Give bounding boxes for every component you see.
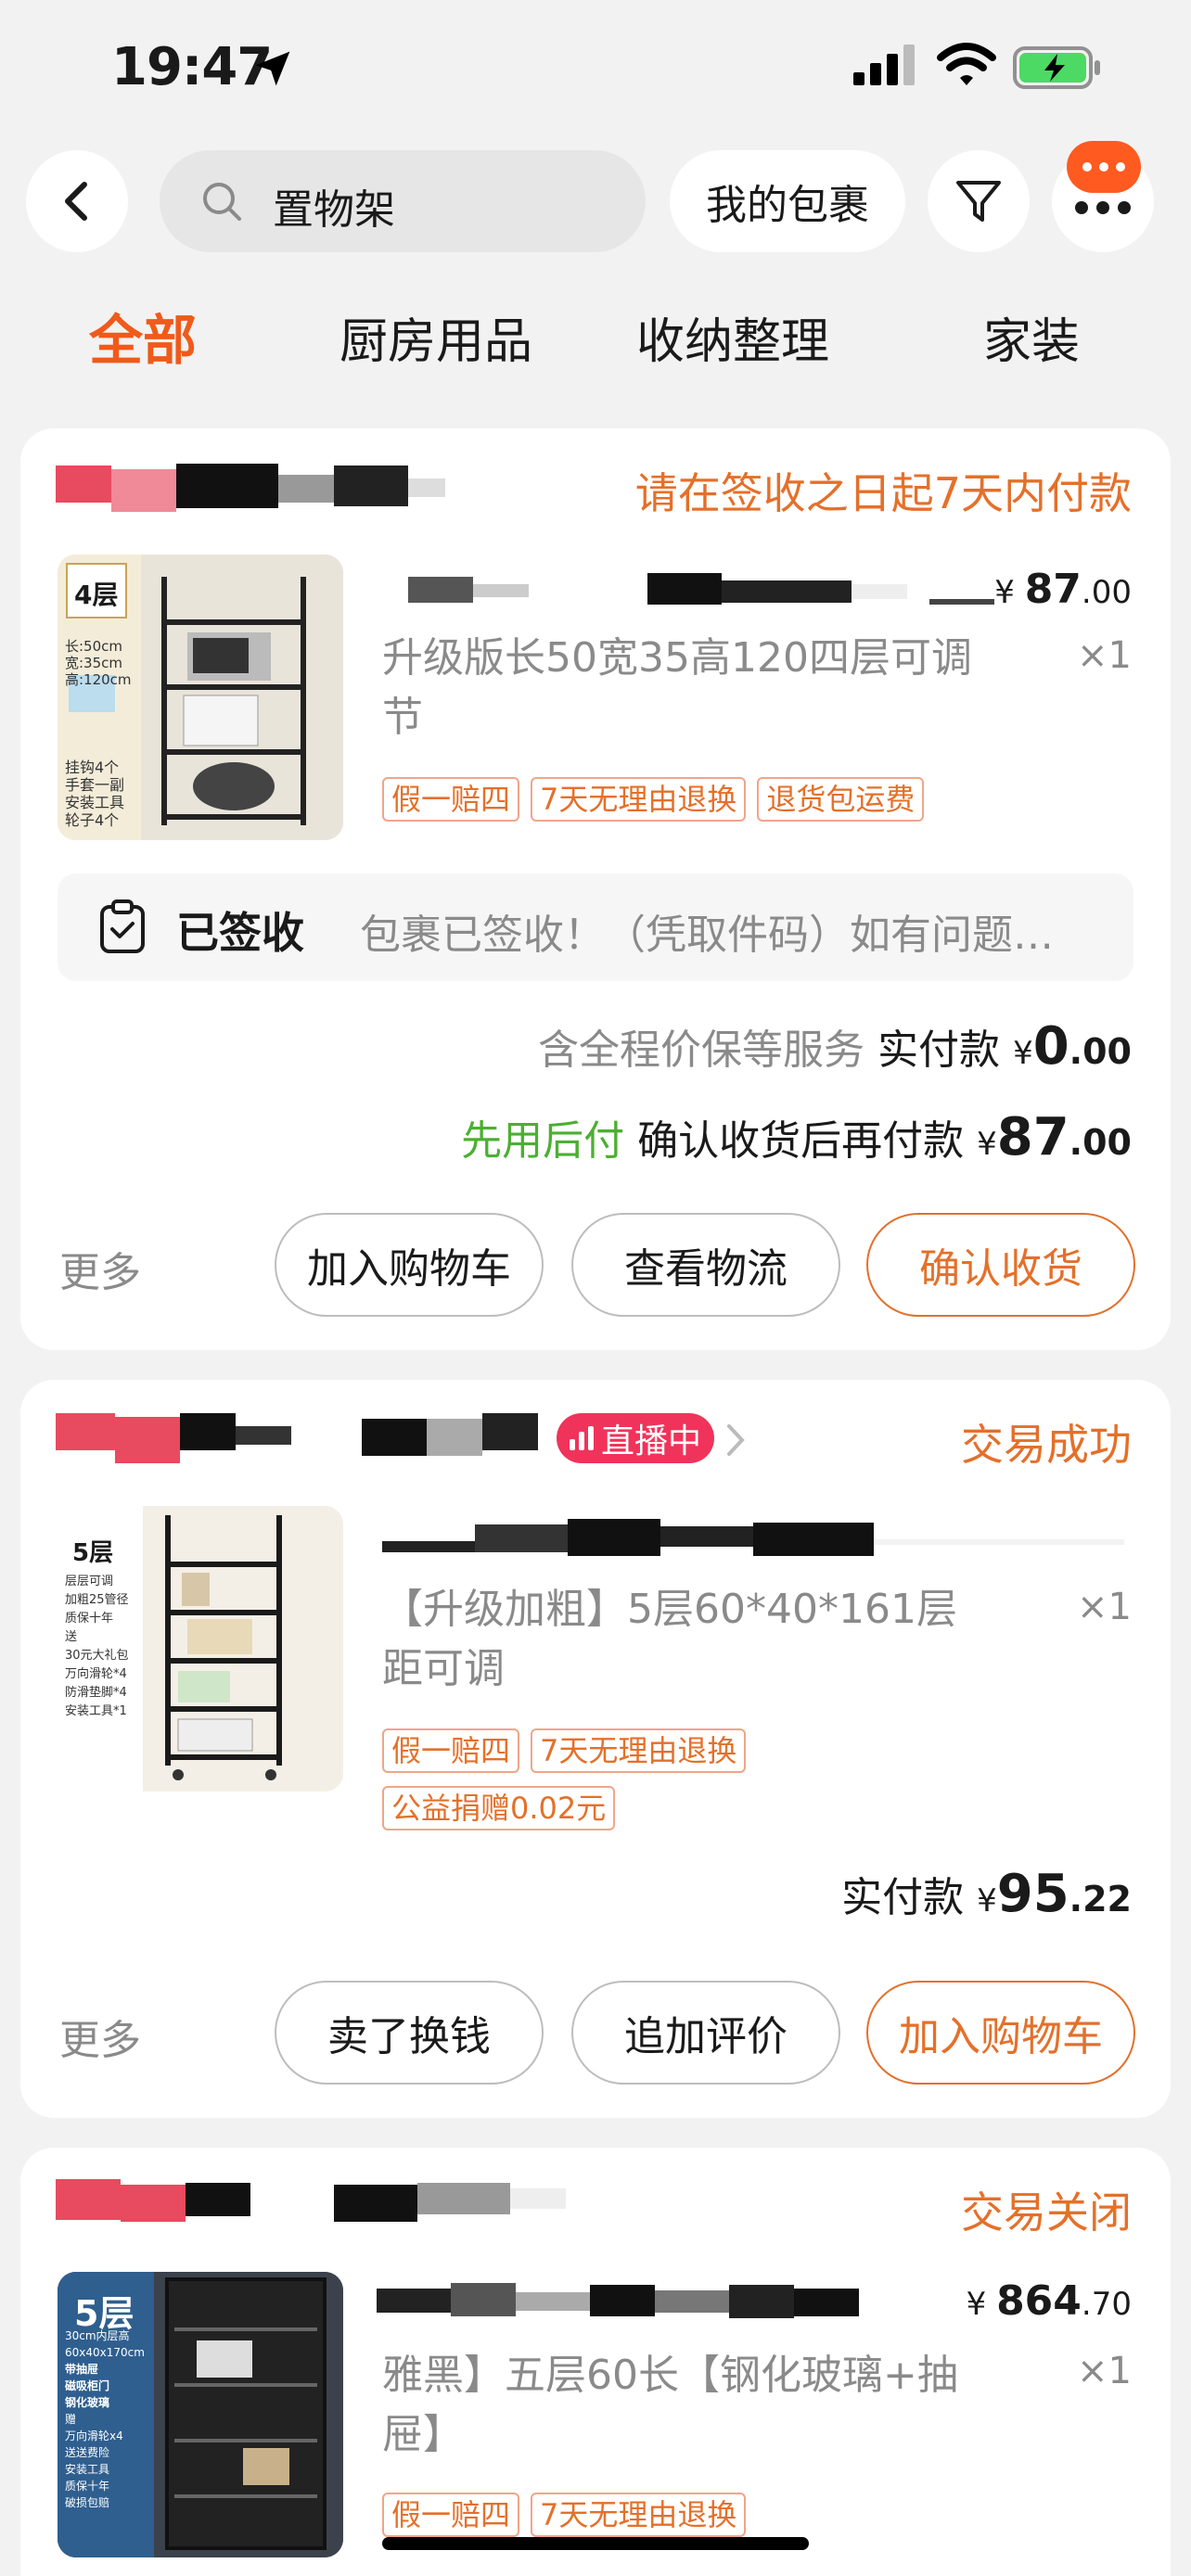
pay-after-receipt-line: 先用后付 确认收货后再付款 ¥87.00 — [461, 1107, 1132, 1167]
live-label: 直播中 — [601, 1422, 702, 1460]
cellular-signal-icon — [853, 45, 915, 85]
product-title[interactable]: 【升级加粗】5层60*40*161层距可调 — [382, 1580, 976, 1699]
order-status: 交易成功 — [961, 1420, 1132, 1470]
filter-icon — [956, 181, 1001, 222]
my-packages-button[interactable]: 我的包裹 — [670, 150, 905, 252]
status-bar: 19:47 — [0, 0, 1191, 139]
order-card[interactable]: 请在签收之日起7天内付款 4层 长:50cm 宽:35cm 高:120cm 挂钩4个… — [20, 428, 1171, 1350]
product-title-redacted — [377, 2281, 859, 2318]
paid-amount-line: 含全程价保等服务 实付款 ¥0.00 — [538, 1016, 1132, 1077]
paid-amount: 0 — [1032, 1016, 1069, 1077]
order-card[interactable]: 交易关闭 5层 30cm内层高 60x40x170cm 带抽屉 磁吸柜门 钢化玻璃赠万向… — [20, 2148, 1171, 2576]
confirm-pay-amount: 87 — [996, 1107, 1069, 1167]
tag-fake-compensation: 假一赔四 — [382, 777, 520, 822]
tag-7day-return: 7天无理由退换 — [531, 2493, 747, 2537]
order-status: 交易关闭 — [961, 2187, 1132, 2238]
service-tags: 假一赔四 7天无理由退换公益捐赠0.02元 — [382, 1728, 846, 1843]
product-quantity: ×1 — [1077, 634, 1132, 677]
product-price: ¥ 87.00 — [994, 566, 1132, 613]
product-price: ¥ 864.70 — [966, 2277, 1132, 2325]
more-dots-icon — [1075, 201, 1131, 214]
tab-storage[interactable]: 收纳整理 — [636, 302, 829, 372]
paid-label: 实付款 — [877, 1027, 1001, 1074]
paid-amount: 95 — [996, 1864, 1069, 1924]
more-link[interactable]: 更多 — [59, 1239, 141, 1298]
shop-name-redacted — [56, 460, 445, 512]
search-query: 置物架 — [273, 186, 395, 234]
wifi-icon — [937, 43, 996, 85]
thumb-features: 30cm内层高 60x40x170cm 带抽屉 磁吸柜门 钢化玻璃赠万向滑轮x4 送送费险… — [65, 2329, 145, 2509]
category-tabs: 全部 厨房用品 收纳整理 家装 — [0, 297, 1191, 389]
sell-for-cash-button[interactable]: 卖了换钱 — [275, 1981, 544, 2085]
location-arrow-icon — [255, 51, 290, 86]
tag-fake-compensation: 假一赔四 — [382, 1728, 520, 1773]
product-image[interactable]: 4层 长:50cm 宽:35cm 高:120cm 挂钩4个 手套一副 安装工具 轮子4个 — [58, 555, 343, 840]
add-to-cart-button[interactable]: 加入购物车 — [275, 1213, 544, 1317]
clipboard-check-icon — [100, 899, 145, 953]
delivery-status-label: 已签收 — [176, 908, 304, 958]
search-icon — [203, 183, 241, 221]
more-link[interactable]: 更多 — [59, 2007, 141, 2066]
tab-all[interactable]: 全部 — [89, 297, 197, 375]
product-quantity: ×1 — [1077, 1586, 1132, 1628]
more-menu-button[interactable] — [1052, 141, 1154, 252]
product-title[interactable]: 雅黑】五层60长【钢化玻璃+抽屉】 — [382, 2346, 976, 2465]
order-card[interactable]: 直播中 交易成功 5层 层层可调 加粗25管径 质保十年送 30元大礼包 万向滑轮*4 防… — [20, 1380, 1171, 2118]
tag-7day-return: 7天无理由退换 — [531, 1728, 747, 1773]
tag-fake-compensation: 假一赔四 — [382, 2493, 520, 2537]
delivery-status-text: 包裹已签收！（凭取件码）如有问题… — [360, 912, 1054, 959]
filter-button[interactable] — [928, 150, 1030, 252]
service-label: 含全程价保等服务 — [538, 1027, 865, 1074]
back-button[interactable] — [26, 150, 128, 252]
delivery-status-bar[interactable]: 已签收 包裹已签收！（凭取件码）如有问题… — [58, 874, 1133, 981]
status-time: 19:47 — [111, 37, 273, 97]
paid-amount-line: 实付款 ¥95.22 — [841, 1864, 1132, 1924]
shop-name-redacted — [56, 1409, 538, 1463]
confirm-receipt-button[interactable]: 确认收货 — [866, 1213, 1135, 1317]
battery-charging-icon — [1013, 46, 1100, 89]
thumb-label: 5层 — [72, 1539, 114, 1567]
tag-free-return-shipping: 退货包运费 — [757, 777, 925, 822]
tab-home-decor[interactable]: 家装 — [983, 302, 1080, 372]
add-review-button[interactable]: 追加评价 — [571, 1981, 840, 2085]
product-quantity: ×1 — [1077, 2350, 1132, 2392]
product-image[interactable]: 5层 层层可调 加粗25管径 质保十年送 30元大礼包 万向滑轮*4 防滑垫脚*4 安装工具… — [58, 1506, 343, 1792]
product-title-redacted — [382, 571, 994, 608]
live-badge[interactable]: 直播中 — [557, 1413, 715, 1463]
order-status: 请在签收之日起7天内付款 — [634, 468, 1132, 518]
live-bars-icon — [570, 1426, 594, 1450]
message-bubble-icon — [1067, 141, 1141, 193]
add-to-cart-button[interactable]: 加入购物车 — [866, 1981, 1135, 2085]
thumb-label: 4层 — [74, 580, 119, 610]
search-input[interactable]: 置物架 — [160, 150, 646, 252]
service-tags: 假一赔四 7天无理由退换 退货包运费 — [382, 777, 935, 835]
thumb-features: 层层可调 加粗25管径 质保十年送 30元大礼包 万向滑轮*4 防滑垫脚*4 安装工具*1 — [65, 1575, 129, 1718]
tab-kitchen[interactable]: 厨房用品 — [339, 302, 532, 372]
product-image[interactable]: 5层 30cm内层高 60x40x170cm 带抽屉 磁吸柜门 钢化玻璃赠万向滑轮x4 送… — [58, 2272, 343, 2557]
chevron-right-icon — [727, 1424, 745, 1456]
thumb-dims: 长:50cm 宽:35cm 高:120cm — [65, 638, 132, 688]
product-title-redacted — [382, 1517, 1124, 1556]
bnpl-label: 先用后付 — [461, 1117, 625, 1165]
tag-charity-donation: 公益捐赠0.02元 — [382, 1786, 616, 1830]
tag-7day-return: 7天无理由退换 — [531, 777, 747, 822]
paid-label: 实付款 — [841, 1874, 965, 1921]
confirm-pay-label: 确认收货后再付款 — [637, 1117, 965, 1165]
thumb-accessories: 挂钩4个 手套一副 安装工具 轮子4个 — [65, 759, 125, 829]
home-indicator[interactable] — [382, 2537, 809, 2550]
chevron-left-icon — [65, 182, 87, 221]
shop-name-redacted — [56, 2175, 575, 2227]
view-logistics-button[interactable]: 查看物流 — [571, 1213, 840, 1317]
product-title[interactable]: 升级版长50宽35高120四层可调节 — [382, 629, 976, 747]
